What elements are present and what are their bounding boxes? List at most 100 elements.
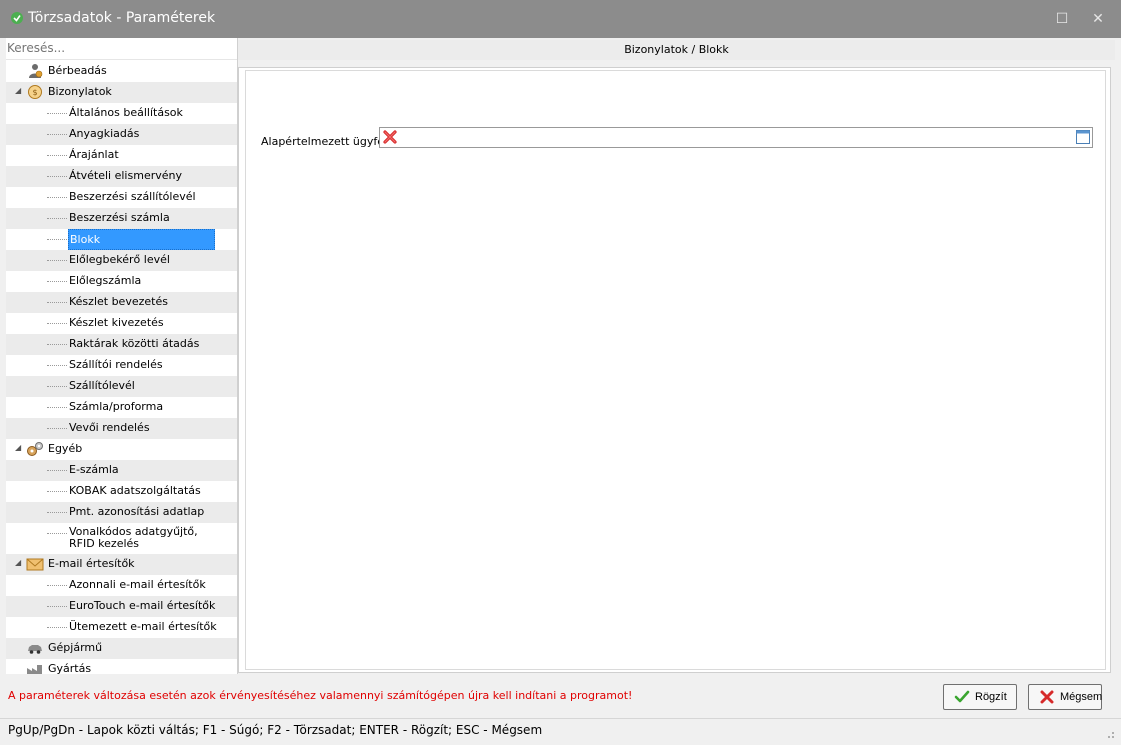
tree-connector (47, 302, 67, 303)
tree-connector (47, 176, 67, 177)
tree-item[interactable]: Előlegbekérő levél (6, 250, 237, 271)
tree-item-label: Szállítói rendelés (69, 358, 163, 371)
status-bar: PgUp/PgDn - Lapok közti váltás; F1 - Súg… (0, 718, 1121, 745)
title-bar: Törzsadatok - Paraméterek ☐ ✕ (0, 0, 1121, 38)
tree-item[interactable]: Számla/proforma (6, 397, 237, 418)
tree-connector (47, 281, 67, 282)
tree-item[interactable]: Árajánlat (6, 145, 237, 166)
cancel-button[interactable]: Mégsem (1028, 684, 1102, 710)
tree-item[interactable]: Pmt. azonosítási adatlap (6, 502, 237, 523)
breadcrumb: Bizonylatok / Blokk (238, 40, 1115, 60)
tree-item-label: Számla/proforma (69, 400, 164, 413)
tree-connector (47, 134, 67, 135)
restart-warning: A paraméterek változása esetén azok érvé… (8, 689, 633, 702)
main-area: Bizonylatok / Blokk Alapértelmezett ügyf… (238, 38, 1115, 674)
tree-item[interactable]: Átvételi elismervény (6, 166, 237, 187)
tree-item-label: Átvételi elismervény (69, 169, 182, 182)
tree-item[interactable]: Bérbeadás (6, 61, 237, 82)
default-customer-label: Alapértelmezett ügyfél: (261, 135, 391, 148)
car-icon (26, 640, 44, 656)
tree-connector (47, 585, 67, 586)
tree-item-label: Készlet bevezetés (69, 295, 168, 308)
tree-item-label: E-mail értesítők (48, 557, 135, 570)
tree-item[interactable]: Beszerzési szállítólevél (6, 187, 237, 208)
tree-item-label: Anyagkiadás (69, 127, 140, 140)
search-box (6, 38, 237, 60)
tree-item-label: Vevői rendelés (69, 421, 150, 434)
tree-item[interactable]: Beszerzési számla (6, 208, 237, 229)
tree-item[interactable]: Általános beállítások (6, 103, 237, 124)
tree-connector (47, 155, 67, 156)
tree-item[interactable]: Készlet kivezetés (6, 313, 237, 334)
tree-connector (47, 491, 67, 492)
checkmark-icon (954, 690, 970, 703)
tree-item-label: Egyéb (48, 442, 83, 455)
expand-toggle-icon[interactable]: ◢ (15, 86, 21, 95)
tree-item-label: Gépjármű (48, 641, 103, 654)
settings-panel: Alapértelmezett ügyfél: (238, 67, 1111, 673)
cancel-button-label: Mégsem (1060, 691, 1103, 703)
tree-item-label: Előlegbekérő levél (69, 253, 170, 266)
tree-item[interactable]: Gyártás (6, 659, 237, 674)
tree-item-label: E-számla (69, 463, 119, 476)
tree-connector (47, 512, 67, 513)
tree-connector (47, 627, 67, 628)
resize-grip-icon[interactable] (1105, 729, 1115, 739)
tree-item[interactable]: KOBAK adatszolgáltatás (6, 481, 237, 502)
tree-item-label: Előlegszámla (69, 274, 142, 287)
person-coin-icon (26, 63, 44, 79)
tree-item[interactable]: Ütemezett e-mail értesítők (6, 617, 237, 638)
clear-x-icon[interactable] (382, 129, 398, 145)
tree-connector (47, 344, 67, 345)
tree-connector (47, 533, 67, 534)
tree-connector (47, 428, 67, 429)
save-button-label: Rögzít (975, 691, 1007, 703)
tree-item[interactable]: Vonalkódos adatgyűjtő, RFID kezelés (6, 523, 237, 554)
tree-connector (47, 365, 67, 366)
tree-item[interactable]: EuroTouch e-mail értesítők (6, 596, 237, 617)
tree-item-label: Ütemezett e-mail értesítők (69, 620, 217, 633)
tree-item[interactable]: Szállítói rendelés (6, 355, 237, 376)
tree-item-label: Beszerzési számla (69, 211, 170, 224)
tree-item[interactable]: Anyagkiadás (6, 124, 237, 145)
tree-connector (47, 606, 67, 607)
close-button[interactable]: ✕ (1086, 8, 1110, 30)
tree-item[interactable]: E-számla (6, 460, 237, 481)
expand-toggle-icon[interactable]: ◢ (15, 443, 21, 452)
tree-connector (47, 386, 67, 387)
default-customer-field[interactable] (379, 127, 1093, 148)
tree-item[interactable]: Gépjármű (6, 638, 237, 659)
tree-item[interactable]: ◢ E-mail értesítők (6, 554, 237, 575)
tree-connector (47, 260, 67, 261)
tree-item[interactable]: Azonnali e-mail értesítők (6, 575, 237, 596)
tree-connector (47, 470, 67, 471)
tree-item-label: Beszerzési szállítólevél (69, 190, 196, 203)
tree-item[interactable]: Blokk (6, 229, 237, 250)
tree-item[interactable]: Vevői rendelés (6, 418, 237, 439)
expand-toggle-icon[interactable]: ◢ (15, 558, 21, 567)
tree-item[interactable]: Készlet bevezetés (6, 292, 237, 313)
tree-item-label: Árajánlat (69, 148, 119, 161)
tree-item[interactable]: Szállítólevél (6, 376, 237, 397)
svg-text:$: $ (32, 88, 37, 97)
tree-item-label: KOBAK adatszolgáltatás (69, 484, 201, 497)
save-button[interactable]: Rögzít (943, 684, 1017, 710)
sidebar: Bérbeadás ◢ $ Bizonylatok Általános beállítá… (6, 38, 238, 674)
tree-item-label: Pmt. azonosítási adatlap (69, 505, 205, 518)
window-title: Törzsadatok - Paraméterek (28, 10, 216, 26)
tree-item-label: Raktárak közötti átadás (69, 337, 200, 350)
cancel-x-icon (1040, 690, 1054, 704)
coin-icon: $ (26, 84, 44, 100)
tree-item[interactable]: Raktárak közötti átadás (6, 334, 237, 355)
tree-item[interactable]: ◢ Egyéb (6, 439, 237, 460)
tree-item[interactable]: Előlegszámla (6, 271, 237, 292)
tree-connector (47, 239, 67, 240)
settings-panel-inner (245, 70, 1106, 670)
search-input[interactable] (7, 39, 227, 57)
maximize-button[interactable]: ☐ (1050, 8, 1074, 30)
gears-icon (26, 441, 44, 457)
tree-item-label: EuroTouch e-mail értesítők (69, 599, 216, 612)
tree-item[interactable]: ◢ $ Bizonylatok (6, 82, 237, 103)
lookup-window-icon[interactable] (1076, 130, 1090, 144)
tree-item-label: Készlet kivezetés (69, 316, 164, 329)
